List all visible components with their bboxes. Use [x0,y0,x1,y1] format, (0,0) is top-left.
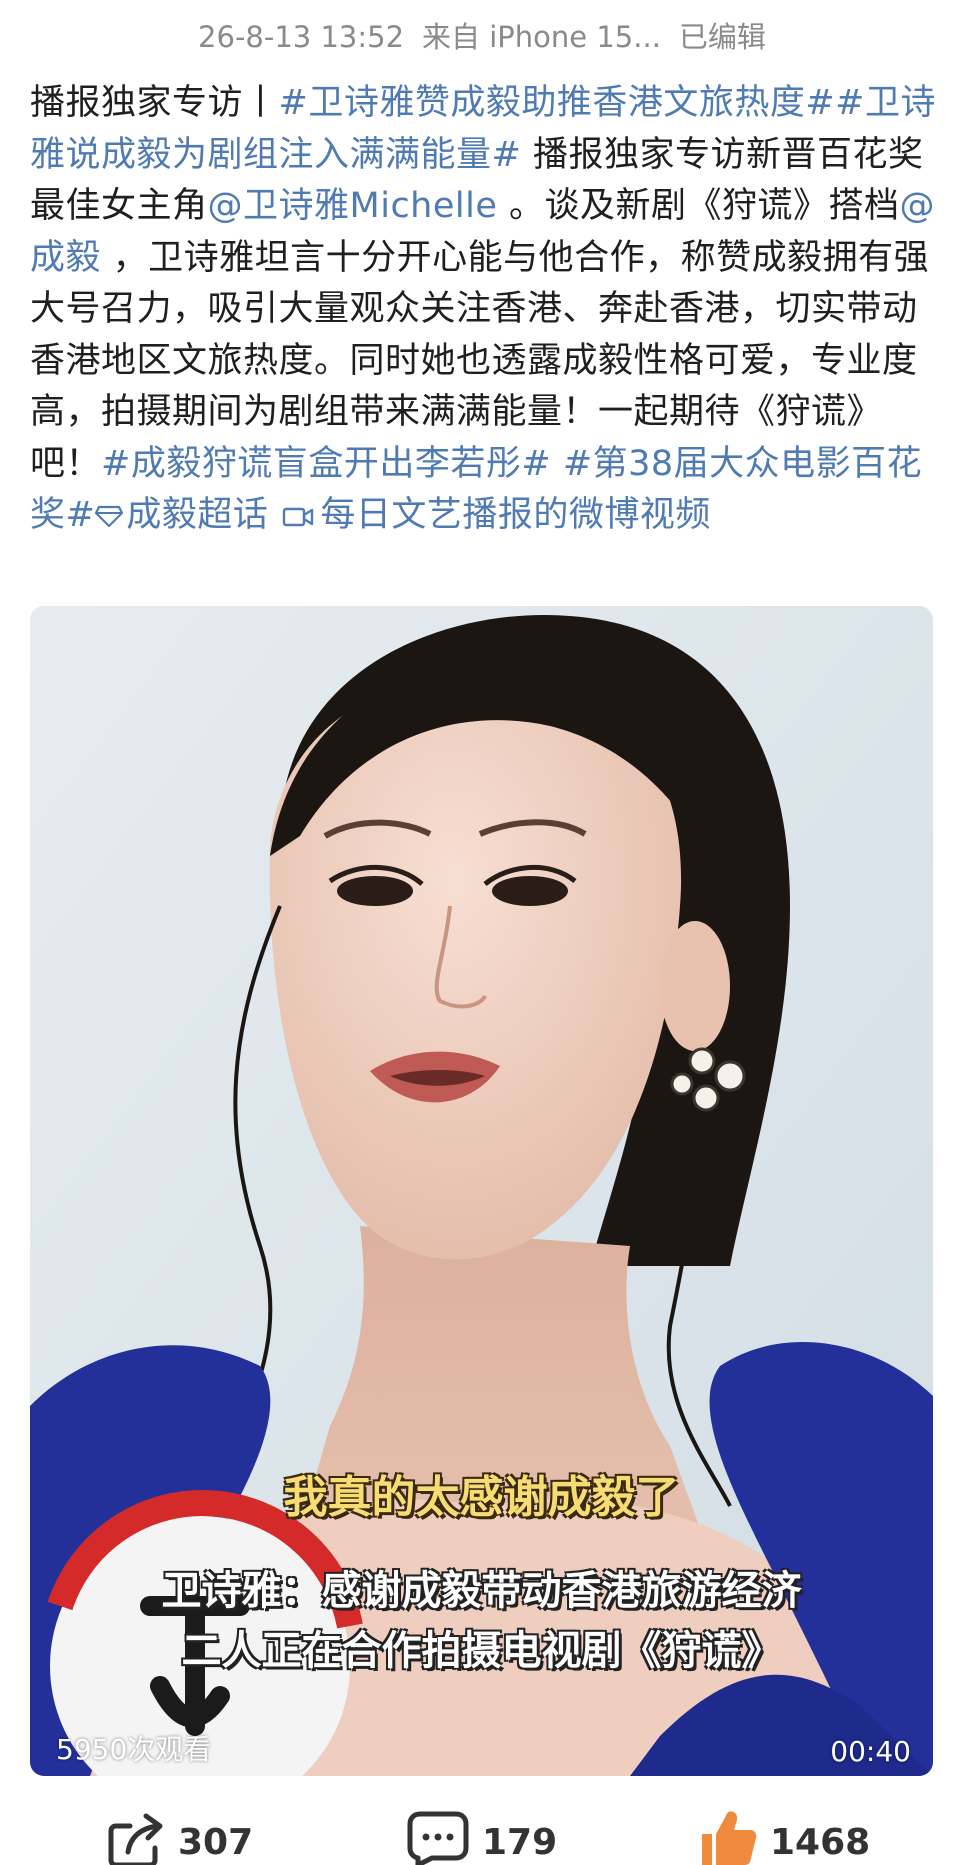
repost-button[interactable]: 307 [106,1808,253,1865]
post-text: 。谈及新剧《狩谎》搭档 [497,186,900,226]
share-arrow-icon [108,1813,163,1865]
comment-button[interactable]: 179 [406,1808,557,1865]
video-caption-line1: 卫诗雅：感谢成毅带动香港旅游经济 [161,1567,802,1614]
post-source[interactable]: 来自 iPhone 15... [422,20,661,54]
video-caption-line2: 二人正在合作拍摄电视剧《狩谎》 [181,1627,782,1674]
hashtag-link[interactable]: #卫诗雅赞成毅助推香港文旅热度# [279,83,836,123]
supertopic-link[interactable]: 成毅超话 [95,495,268,535]
diamond-icon [95,505,124,528]
post-body: 播报独家专访丨#卫诗雅赞成毅助推香港文旅热度##卫诗雅说成毅为剧组注入满满能量#… [30,78,940,542]
post-meta: 26-8-13 13:52 来自 iPhone 15... 已编辑 [0,14,964,56]
supertopic-label: 成毅超话 [126,495,269,535]
hashtag-link[interactable]: #成毅狩谎盲盒开出李若彤# [101,444,551,484]
post-date: 26-8-13 13:52 [198,20,405,54]
post-text-intro: 播报独家专访丨 [30,83,279,123]
repost-count: 307 [178,1822,254,1863]
action-bar: 307 179 1468 [0,1808,964,1865]
view-count: 5950次观看 [56,1733,212,1766]
video-link[interactable]: 每日文艺播报的微博视频 [268,495,711,535]
thumbs-up-icon [702,1811,757,1865]
video-link-label: 每日文艺播报的微博视频 [320,495,711,535]
video-subtitle: 我真的太感谢成毅了 [283,1472,680,1523]
comment-bubble-icon [407,1811,469,1865]
like-button[interactable]: 1468 [694,1808,870,1865]
comment-count: 179 [482,1822,558,1863]
video-camera-icon [283,507,314,527]
edited-label[interactable]: 已编辑 [679,20,766,54]
video-duration: 00:40 [830,1735,911,1768]
video-player[interactable]: 我真的太感谢成毅了 卫诗雅：感谢成毅带动香港旅游经济 二人正在合作拍摄电视剧《狩… [30,606,933,1776]
like-count: 1468 [770,1822,871,1863]
mention-link[interactable]: @卫诗雅Michelle [208,186,498,226]
